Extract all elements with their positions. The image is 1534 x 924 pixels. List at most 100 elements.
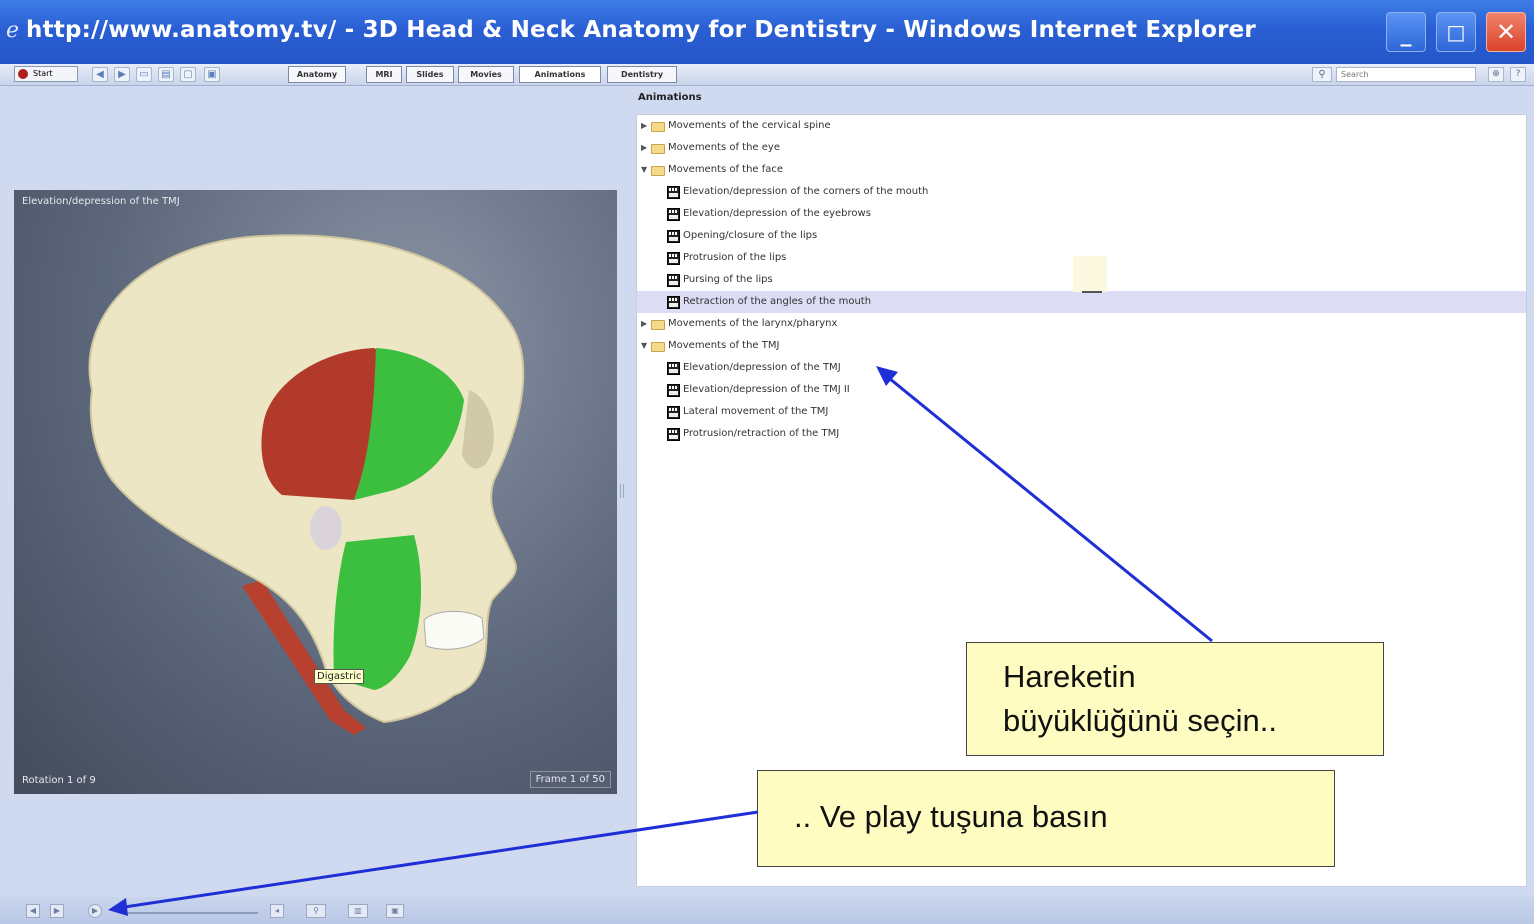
tree-item-label: Elevation/depression of the eyebrows <box>683 208 871 219</box>
panel-title: Animations <box>638 92 702 103</box>
playback-controls: ◀ ▶ ▶ ◂ ⚲ ▥ ▣ <box>0 897 1534 924</box>
play-callout-text: .. Ve play tuşuna basın <box>794 799 1108 834</box>
film-icon <box>667 252 680 265</box>
tab-animations[interactable]: Animations <box>519 66 601 83</box>
tab-slides[interactable]: Slides <box>406 66 454 83</box>
start-icon <box>18 69 28 79</box>
collapsed-arrow-icon[interactable]: ▶ <box>641 137 651 159</box>
muscle-tooltip: Digastric <box>314 669 365 684</box>
tree-folder[interactable]: ▼ Movements of the face <box>637 159 1526 181</box>
tree-folder[interactable]: ▶ Movements of the eye <box>637 137 1526 159</box>
cursor-ghost-line <box>1082 291 1102 293</box>
step-back-icon[interactable]: ◀ <box>26 904 40 918</box>
cursor-ghost <box>1073 256 1107 292</box>
play-callout: .. Ve play tuşuna basın <box>757 770 1335 867</box>
folder-icon <box>651 144 665 154</box>
help-icon[interactable]: ? <box>1510 67 1526 82</box>
tree-item-label: Elevation/depression of the corners of t… <box>683 186 929 197</box>
folder-icon <box>651 122 665 132</box>
fullscreen-icon[interactable]: ▣ <box>386 904 404 918</box>
size-callout-line2: büyüklüğünü seçin.. <box>1003 703 1278 738</box>
film-icon <box>667 274 680 287</box>
panel-splitter[interactable] <box>620 484 624 498</box>
tree-item-label: Lateral movement of the TMJ <box>683 406 829 417</box>
print-icon[interactable]: ▤ <box>158 67 174 82</box>
app-toolbar: Start ◀ ▶ ▭ ▤ ▢ ▣ Anatomy MRI Slides Mov… <box>0 64 1534 86</box>
tree-folder[interactable]: ▶ Movements of the larynx/pharynx <box>637 313 1526 335</box>
layout-icon[interactable]: ▥ <box>348 904 368 918</box>
ie-icon: ℯ <box>6 18 20 43</box>
start-button[interactable]: Start <box>14 66 78 82</box>
tree-item[interactable]: Elevation/depression of the TMJ II <box>637 379 1526 401</box>
folder-icon <box>651 166 665 176</box>
play-button[interactable]: ▶ <box>88 904 102 918</box>
tree-item[interactable]: Lateral movement of the TMJ <box>637 401 1526 423</box>
tree-item-label: Elevation/depression of the TMJ <box>683 362 841 373</box>
tree-folder-label: Movements of the cervical spine <box>668 120 831 131</box>
skull-illustration <box>88 234 525 735</box>
folder-icon <box>651 342 665 352</box>
folder-icon[interactable]: ▣ <box>204 67 220 82</box>
collapsed-arrow-icon[interactable]: ▶ <box>641 115 651 137</box>
tree-folder-label: Movements of the larynx/pharynx <box>668 318 838 329</box>
title-bar: ℯ http://www.anatomy.tv/ - 3D Head & Nec… <box>0 0 1534 64</box>
frame-counter: Frame 1 of 50 <box>529 771 611 788</box>
film-icon <box>667 406 680 419</box>
folder-icon <box>651 320 665 330</box>
tree-item[interactable]: Elevation/depression of the TMJ <box>637 357 1526 379</box>
start-label: Start <box>33 69 53 78</box>
teeth-shape <box>423 610 485 650</box>
film-icon <box>667 186 680 199</box>
tree-folder[interactable]: ▶ Movements of the cervical spine <box>637 115 1526 137</box>
zoom-icon[interactable]: ⊕ <box>1488 67 1504 82</box>
size-callout-line1: Hareketin <box>1003 659 1136 694</box>
tab-dentistry[interactable]: Dentistry <box>607 66 677 83</box>
expanded-arrow-icon[interactable]: ▼ <box>641 159 651 181</box>
tab-mri[interactable]: MRI <box>366 66 402 83</box>
volume-icon[interactable]: ◂ <box>270 904 284 918</box>
tree-item-label: Elevation/depression of the TMJ II <box>683 384 850 395</box>
tree-item[interactable]: Elevation/depression of the corners of t… <box>637 181 1526 203</box>
tree-folder-label: Movements of the eye <box>668 142 780 153</box>
tree-item[interactable]: Elevation/depression of the eyebrows <box>637 203 1526 225</box>
tree-item[interactable]: Retraction of the angles of the mouth <box>637 291 1526 313</box>
tree-item-label: Opening/closure of the lips <box>683 230 818 241</box>
window-title: http://www.anatomy.tv/ - 3D Head & Neck … <box>26 17 1256 43</box>
tree-item-label: Pursing of the lips <box>683 274 773 285</box>
minimize-icon: _ <box>1400 22 1412 47</box>
tree-item[interactable]: Opening/closure of the lips <box>637 225 1526 247</box>
search-icon[interactable]: ⚲ <box>1312 67 1332 82</box>
forward-arrow-icon[interactable]: ▶ <box>114 67 130 82</box>
tree-item-label: Protrusion/retraction of the TMJ <box>683 428 840 439</box>
tab-movies[interactable]: Movies <box>458 66 514 83</box>
expanded-arrow-icon[interactable]: ▼ <box>641 335 651 357</box>
film-icon <box>667 208 680 221</box>
tab-anatomy[interactable]: Anatomy <box>288 66 346 83</box>
film-icon <box>667 384 680 397</box>
maximize-button[interactable]: □ <box>1436 12 1476 52</box>
collapsed-arrow-icon[interactable]: ▶ <box>641 313 651 335</box>
tree-folder[interactable]: ▼ Movements of the TMJ <box>637 335 1526 357</box>
size-callout: Hareketin büyüklüğünü seçin.. <box>966 642 1384 756</box>
maximize-icon: □ <box>1446 20 1466 44</box>
film-icon <box>667 428 680 441</box>
film-icon <box>667 230 680 243</box>
rotation-counter: Rotation 1 of 9 <box>22 775 96 786</box>
film-icon <box>667 362 680 375</box>
viewer-caption: Elevation/depression of the TMJ <box>22 196 180 207</box>
back-arrow-icon[interactable]: ◀ <box>92 67 108 82</box>
home-icon[interactable]: ▭ <box>136 67 152 82</box>
tree-item[interactable]: Protrusion/retraction of the TMJ <box>637 423 1526 445</box>
close-icon: ✕ <box>1495 18 1517 46</box>
close-button[interactable]: ✕ <box>1486 12 1526 52</box>
step-forward-icon[interactable]: ▶ <box>50 904 64 918</box>
minimize-button[interactable]: _ <box>1386 12 1426 52</box>
window-icon[interactable]: ▢ <box>180 67 196 82</box>
size-slider[interactable] <box>122 912 258 914</box>
camera-icon[interactable]: ⚲ <box>306 904 326 918</box>
search-input[interactable] <box>1336 67 1476 82</box>
joint-shape <box>310 506 342 550</box>
tree-item-label: Protrusion of the lips <box>683 252 787 263</box>
animation-viewer[interactable]: Elevation/depression of the TMJ Digastri… <box>14 190 617 794</box>
film-icon <box>667 296 680 309</box>
